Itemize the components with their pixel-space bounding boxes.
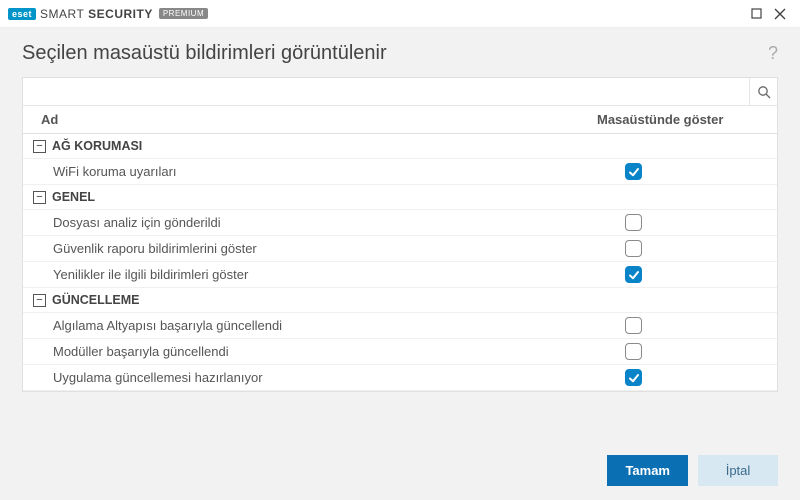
notifications-panel: Ad Masaüstünde göster −AĞ KORUMASIWiFi k… xyxy=(22,77,778,392)
group-row: −GÜNCELLEME xyxy=(23,288,777,313)
cancel-button[interactable]: İptal xyxy=(698,455,778,486)
brand-logo: eset xyxy=(8,8,36,20)
item-row: Modüller başarıyla güncellendi xyxy=(23,339,777,365)
help-button[interactable]: ? xyxy=(768,43,778,64)
item-check-cell xyxy=(577,214,767,231)
item-name: Dosyası analiz için gönderildi xyxy=(33,215,577,230)
show-on-desktop-checkbox[interactable] xyxy=(625,317,642,334)
table-header: Ad Masaüstünde göster xyxy=(23,106,777,134)
maximize-button[interactable] xyxy=(744,2,768,26)
group-label: AĞ KORUMASI xyxy=(52,139,142,153)
footer: Tamam İptal xyxy=(0,443,800,500)
item-check-cell xyxy=(577,369,767,386)
help-icon: ? xyxy=(768,43,778,63)
item-row: Güvenlik raporu bildirimlerini göster xyxy=(23,236,777,262)
search-button[interactable] xyxy=(749,78,777,106)
collapse-toggle[interactable]: − xyxy=(33,191,46,204)
collapse-toggle[interactable]: − xyxy=(33,140,46,153)
titlebar: eset SMART SECURITY PREMIUM xyxy=(0,0,800,28)
show-on-desktop-checkbox[interactable] xyxy=(625,266,642,283)
close-button[interactable] xyxy=(768,2,792,26)
brand: eset SMART SECURITY PREMIUM xyxy=(8,7,208,21)
item-name: Algılama Altyapısı başarıyla güncellendi xyxy=(33,318,577,333)
content: Seçilen masaüstü bildirimleri görüntülen… xyxy=(0,28,800,443)
heading-row: Seçilen masaüstü bildirimleri görüntülen… xyxy=(22,42,778,65)
maximize-icon xyxy=(751,8,762,19)
show-on-desktop-checkbox[interactable] xyxy=(625,343,642,360)
group-row: −GENEL xyxy=(23,185,777,210)
item-row: Dosyası analiz için gönderildi xyxy=(23,210,777,236)
brand-premium-badge: PREMIUM xyxy=(159,8,208,19)
item-check-cell xyxy=(577,266,767,283)
minus-icon: − xyxy=(36,192,42,203)
page-title: Seçilen masaüstü bildirimleri görüntülen… xyxy=(22,42,768,65)
table-body: −AĞ KORUMASIWiFi koruma uyarıları−GENELD… xyxy=(23,134,777,391)
item-row: Algılama Altyapısı başarıyla güncellendi xyxy=(23,313,777,339)
group-label: GENEL xyxy=(52,190,95,204)
minus-icon: − xyxy=(36,295,42,306)
collapse-toggle[interactable]: − xyxy=(33,294,46,307)
item-check-cell xyxy=(577,240,767,257)
show-on-desktop-checkbox[interactable] xyxy=(625,240,642,257)
item-row: Yenilikler ile ilgili bildirimleri göste… xyxy=(23,262,777,288)
group-label: GÜNCELLEME xyxy=(52,293,140,307)
column-header-show[interactable]: Masaüstünde göster xyxy=(587,106,777,133)
show-on-desktop-checkbox[interactable] xyxy=(625,214,642,231)
item-check-cell xyxy=(577,163,767,180)
searchbar xyxy=(23,78,777,106)
search-icon xyxy=(757,85,771,99)
item-name: Yenilikler ile ilgili bildirimleri göste… xyxy=(33,267,577,282)
window: eset SMART SECURITY PREMIUM Seçilen masa… xyxy=(0,0,800,500)
minus-icon: − xyxy=(36,141,42,152)
item-name: WiFi koruma uyarıları xyxy=(33,164,577,179)
item-check-cell xyxy=(577,317,767,334)
close-icon xyxy=(774,8,786,20)
group-row: −AĞ KORUMASI xyxy=(23,134,777,159)
item-name: Modüller başarıyla güncellendi xyxy=(33,344,577,359)
brand-text: SMART SECURITY xyxy=(40,7,153,21)
item-name: Güvenlik raporu bildirimlerini göster xyxy=(33,241,577,256)
show-on-desktop-checkbox[interactable] xyxy=(625,163,642,180)
ok-button[interactable]: Tamam xyxy=(607,455,688,486)
item-row: Uygulama güncellemesi hazırlanıyor xyxy=(23,365,777,391)
search-input[interactable] xyxy=(23,80,749,103)
item-check-cell xyxy=(577,343,767,360)
item-name: Uygulama güncellemesi hazırlanıyor xyxy=(33,370,577,385)
item-row: WiFi koruma uyarıları xyxy=(23,159,777,185)
show-on-desktop-checkbox[interactable] xyxy=(625,369,642,386)
column-header-name[interactable]: Ad xyxy=(23,106,587,133)
